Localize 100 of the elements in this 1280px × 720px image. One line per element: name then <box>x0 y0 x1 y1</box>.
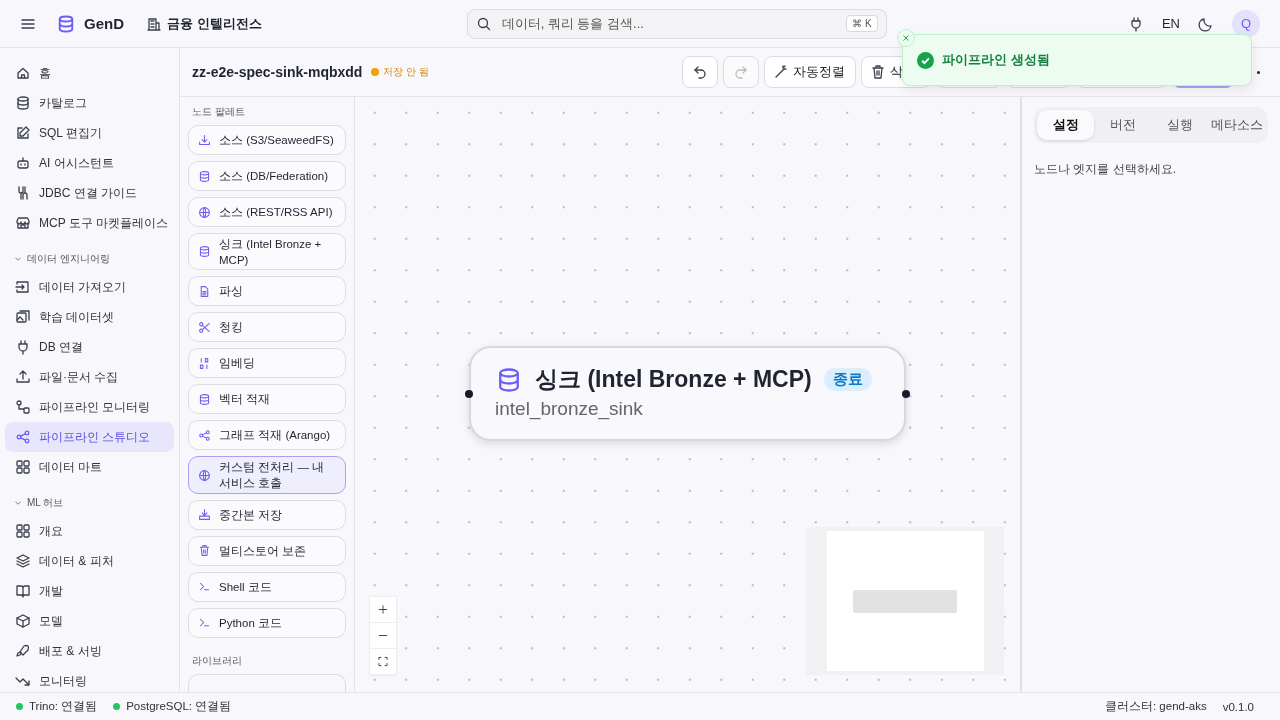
import-icon <box>15 279 31 295</box>
globe-icon <box>198 468 211 482</box>
palette-item[interactable]: 커스텀 전처리 — 내 서비스 호출 <box>188 456 346 494</box>
sidebar-item[interactable]: 데이터 가져오기 <box>5 272 174 302</box>
node-title: 싱크 (Intel Bronze + MCP) <box>535 365 812 394</box>
palette-title: 노드 팔레트 <box>192 105 246 119</box>
panel-tab[interactable]: 설정 <box>1037 110 1094 140</box>
trash-icon <box>870 64 886 80</box>
node-handle[interactable] <box>902 390 910 398</box>
database-icon <box>56 13 76 34</box>
building-icon <box>146 15 162 32</box>
shortcut-hint: ⌘ K <box>846 15 878 32</box>
palette-item[interactable]: 싱크 (Intel Bronze + MCP) <box>188 233 346 271</box>
database-icon <box>198 169 211 183</box>
flow-icon <box>15 399 31 415</box>
palette-item[interactable]: 파싱 <box>188 276 346 307</box>
section-heading[interactable]: 데이터 엔지니어링 <box>27 252 110 266</box>
sidebar-item[interactable]: 개요 <box>5 516 174 546</box>
node-badge: 종료 <box>823 368 872 391</box>
search-bar[interactable]: 데이터, 쿼리 등을 검색... ⌘ K <box>466 8 887 39</box>
share-icon <box>15 429 31 445</box>
palette-item[interactable]: Python 코드 <box>188 607 346 638</box>
home-icon <box>15 65 31 81</box>
sidebar-item[interactable]: 카탈로그 <box>5 88 174 118</box>
grid-icon <box>15 459 31 475</box>
database-icon <box>198 392 211 406</box>
scissors-icon <box>198 320 211 334</box>
check-icon <box>917 51 934 69</box>
upload-icon <box>15 369 31 385</box>
more-icon[interactable] <box>1257 70 1260 74</box>
book-icon <box>15 583 31 599</box>
empty-message: 노드나 엣지를 선택하세요. <box>1034 161 1177 178</box>
magic-wand-icon <box>773 64 789 80</box>
edit-icon <box>15 125 31 141</box>
undo-icon <box>692 64 708 80</box>
connection-status: Trino: 연결됨 <box>29 699 98 714</box>
panel-tab[interactable]: 실행 <box>1151 110 1208 140</box>
sidebar-item[interactable]: AI 어시스턴트 <box>5 148 174 178</box>
workspace-name[interactable]: 금융 인텔리전스 <box>167 14 262 33</box>
user-avatar[interactable]: Q <box>1232 9 1260 38</box>
cube-icon <box>15 613 31 629</box>
version-label: v0.1.0 <box>1222 700 1254 713</box>
sidebar-item[interactable]: 개발 <box>5 576 174 606</box>
layers-icon <box>15 553 31 569</box>
palette-item[interactable] <box>188 673 346 692</box>
toolbar-button[interactable]: 자동정렬 <box>764 56 856 88</box>
toast-message: 파이프라인 생성됨 <box>942 51 1050 69</box>
library-title: 라이브러리 <box>192 653 243 668</box>
save-status: 저장 안 됨 <box>383 65 429 79</box>
sidebar-item[interactable]: 모델 <box>5 606 174 636</box>
palette-item[interactable]: Shell 코드 <box>188 571 346 602</box>
app-name[interactable]: GenD <box>84 15 124 32</box>
sidebar-item[interactable]: 파이프라인 스튜디오 <box>5 422 174 452</box>
node-subtitle: intel_bronze_sink <box>495 398 644 420</box>
close-icon[interactable] <box>897 29 915 47</box>
undo-button[interactable] <box>682 56 718 88</box>
panel-tab[interactable]: 메타소스 <box>1208 110 1265 140</box>
sidebar-item[interactable]: 홈 <box>5 58 174 88</box>
globe-icon <box>198 205 211 219</box>
palette-item[interactable]: 청킹 <box>188 312 346 343</box>
language-toggle[interactable]: EN <box>1161 16 1180 31</box>
database-icon <box>15 95 31 111</box>
sidebar-item[interactable]: MCP 도구 마켓플레이스 <box>5 208 174 238</box>
palette-item[interactable]: 임베딩 <box>188 348 346 379</box>
connection-status: PostgreSQL: 연결됨 <box>126 699 232 714</box>
image-icon <box>15 309 31 325</box>
pipeline-name: zz-e2e-spec-sink-mqbxdd <box>192 64 363 80</box>
minimap[interactable] <box>806 527 1004 675</box>
palette-item[interactable]: 중간본 저장 <box>188 499 346 530</box>
sidebar-item[interactable]: 데이터 마트 <box>5 452 174 482</box>
sidebar-item[interactable]: DB 연결 <box>5 332 174 362</box>
connector-icon <box>15 185 31 201</box>
palette-item[interactable]: 소스 (REST/RSS API) <box>188 197 346 227</box>
sidebar-item[interactable]: 파일·문서 수집 <box>5 362 174 392</box>
panel-tab[interactable]: 버전 <box>1094 110 1151 140</box>
sidebar-item[interactable]: JDBC 연결 가이드 <box>5 178 174 208</box>
node-handle[interactable] <box>465 390 473 398</box>
sidebar-item[interactable]: SQL 편집기 <box>5 118 174 148</box>
palette-item[interactable]: 멀티스토어 보존 <box>188 535 346 566</box>
binary-icon <box>198 356 211 370</box>
palette-item[interactable]: 그래프 적재 (Arango) <box>188 420 346 451</box>
sidebar-item[interactable]: 데이터 & 피처 <box>5 546 174 576</box>
grid-icon <box>15 523 31 539</box>
cluster-name: 클러스터: gend-aks <box>1104 699 1207 714</box>
redo-icon <box>733 64 749 80</box>
palette-item[interactable]: 소스 (DB/Federation) <box>188 161 346 191</box>
sidebar-item[interactable]: 배포 & 서빙 <box>5 636 174 666</box>
sidebar-item[interactable]: 모니터링 <box>5 666 174 692</box>
sidebar-item[interactable]: 파이프라인 모니터링 <box>5 392 174 422</box>
document-icon <box>198 284 211 298</box>
store-icon <box>15 215 31 231</box>
trash-icon <box>198 544 211 558</box>
search-field[interactable]: 데이터, 쿼리 등을 검색... <box>499 15 839 32</box>
sidebar-item[interactable]: 학습 데이터셋 <box>5 302 174 332</box>
palette-item[interactable]: 소스 (S3/SeaweedFS) <box>188 125 346 155</box>
section-heading[interactable]: ML 허브 <box>27 496 64 510</box>
download-icon <box>198 133 211 147</box>
search-icon <box>475 15 492 32</box>
palette-item[interactable]: 벡터 적재 <box>188 384 346 415</box>
moon-icon[interactable] <box>1198 15 1214 32</box>
